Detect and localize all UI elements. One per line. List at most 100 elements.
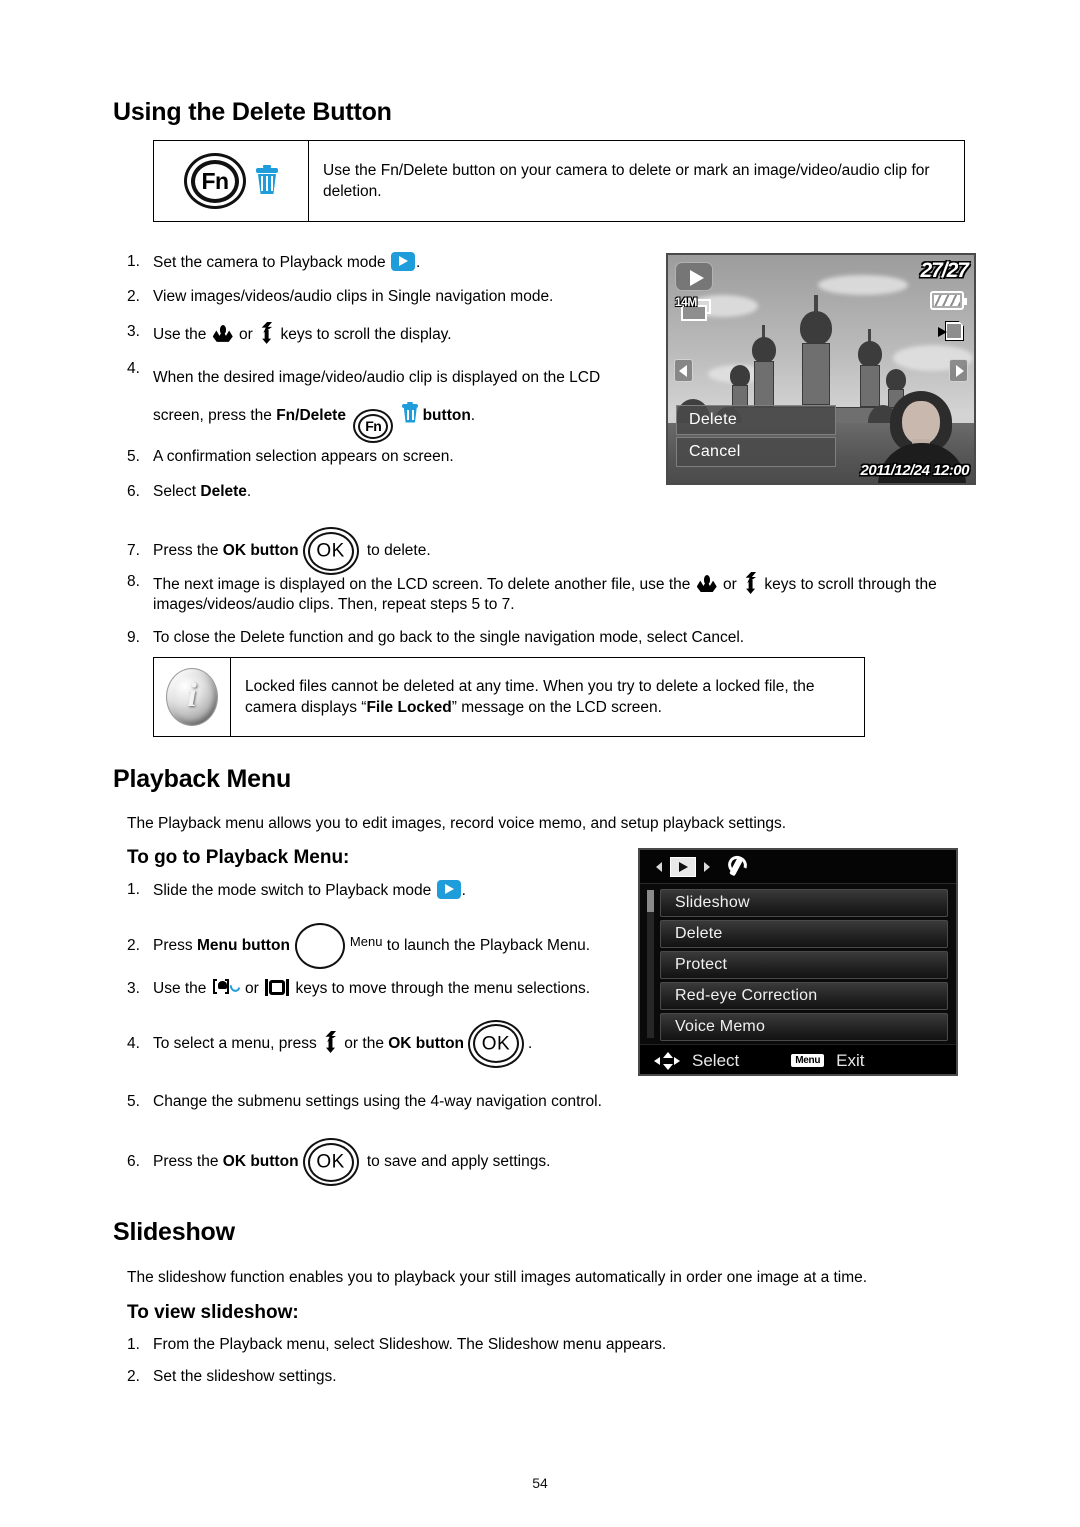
menu-hint-bar: Select Menu Exit [640,1044,956,1074]
ok-button-label: OK [481,1033,511,1055]
step-text: Set the slideshow settings. [153,1368,337,1386]
chevron-right-icon[interactable] [704,861,710,872]
step-number: 6. [127,482,140,500]
step-number: 1. [127,881,140,898]
ok-button-icon: OK [468,1019,525,1068]
step-text-part: Select [153,482,201,500]
step-text-bold: OK button [222,542,299,560]
confirm-option-cancel[interactable]: Cancel [676,437,836,467]
manual-page: Using the Delete Button Fn Use the Fn/De… [0,0,1080,1527]
step-text-bold: Fn/Delete [276,406,346,424]
step-number: 4. [127,1034,140,1052]
page-number: 54 [532,1475,548,1491]
step-text: Use the or keys to move through the menu… [153,979,632,999]
exit-hint-label: Exit [836,1050,865,1070]
step-text-part: to delete. [362,542,431,560]
chevron-left-icon[interactable] [656,861,662,872]
step-number: 9. [127,628,140,646]
step-text-part: or [234,325,258,343]
playback-mode-icon [436,880,461,899]
step-text-bold: OK button [388,1035,465,1052]
list-item: 6. Press the OK button OK to save and app… [127,1138,647,1187]
step-number: 6. [127,1153,140,1171]
flash-key-icon [743,572,758,594]
step-text-part: keys to move through the menu selections… [291,980,591,998]
list-item: 6. Select Delete. [127,482,647,502]
step-text: Change the submenu settings using the 4-… [153,1093,602,1110]
tab-playback[interactable] [670,856,696,877]
image-counter: 27/27 [920,259,969,282]
step-text-part: or the [340,1035,389,1052]
fn-button-inline-icon: Fn [353,409,394,444]
confirm-option-delete[interactable]: Delete [676,405,836,435]
step-text-part: . [528,1035,533,1052]
menu-item-protect[interactable]: Protect [660,951,948,979]
list-item: 2. Press Menu button Menu to launch the P… [127,923,632,970]
info-note-text: Locked files cannot be deleted at any ti… [231,658,864,736]
step-text-part: Press the [153,542,223,560]
delete-confirm-menu: Delete Cancel [676,405,836,469]
section-title-playback-menu: Playback Menu [113,765,292,793]
step-text-bold: Delete [200,482,247,500]
playback-menu-steps-1-4: 1. Slide the mode switch to Playback mod… [127,880,632,1068]
step-number: 3. [127,980,140,998]
four-way-nav-icon [654,1051,680,1070]
battery-icon [930,291,967,310]
step-text-part: Set the camera to Playback mode [153,254,390,271]
step-text: To close the Delete function and go back… [153,628,745,646]
menu-badge-icon: Menu [791,1054,825,1067]
step-number: 1. [127,253,140,270]
step-text: When the desired image/video/audio clip … [153,359,647,444]
step-text: Press the OK button OK to delete. [153,527,647,575]
fn-button-icon: Fn [184,153,246,209]
select-hint-label: Select [692,1050,740,1070]
menu-button-label: Menu [349,934,383,950]
note-text: Use the Fn/Delete button on your camera … [323,161,930,200]
step-text-part: Press [153,937,197,955]
list-item: 4. When the desired image/video/audio cl… [127,359,647,444]
note-icon-cell: Fn [154,141,309,221]
memory-card-icon [938,319,964,343]
delete-step-7: 7. Press the OK button OK to delete. [127,527,647,575]
trash-icon [256,165,278,194]
menu-scrollbar[interactable] [647,890,654,1038]
step-text-part: . [415,254,421,271]
menu-item-red-eye-correction[interactable]: Red-eye Correction [660,982,948,1010]
step-text: Use the or keys to scroll the display. [153,322,647,345]
step-number: 1. [127,1336,140,1353]
playback-menu-steps-5-6: 5. Change the submenu settings using the… [127,1092,647,1187]
macro-key-icon [697,575,717,592]
macro-key-icon [213,324,233,342]
list-item: 9. To close the Delete function and go b… [127,628,977,648]
list-item: 2. Set the slideshow settings. [127,1367,827,1387]
step-text: To select a menu, press or the OK button… [153,1019,632,1068]
step-text: Press Menu button Menu to launch the Play… [153,923,632,970]
menu-item-delete[interactable]: Delete [660,920,948,948]
next-image-arrow-icon[interactable] [949,359,968,382]
step-text-part: Use the [153,980,211,998]
prev-image-arrow-icon[interactable] [674,359,693,382]
step-text-part: Press the [153,1153,223,1171]
list-item: 5. A confirmation selection appears on s… [127,447,647,467]
list-item: 2. View images/videos/audio clips in Sin… [127,287,647,307]
list-item: 3. Use the or keys to move through the m… [127,979,632,999]
step-text: The next image is displayed on the LCD s… [153,572,977,616]
list-item: 4. To select a menu, press or the OK but… [127,1019,632,1068]
step-text-part: To select a menu, press [153,1035,321,1052]
step-text: Press the OK button OK to save and apply … [153,1138,647,1187]
fn-inline-label: Fn [365,417,382,434]
step-number: 7. [127,541,140,559]
list-item: 1. From the Playback menu, select Slides… [127,1335,827,1355]
wrench-icon[interactable] [724,856,746,878]
step-text-bold: OK button [222,1153,299,1171]
list-item: 7. Press the OK button OK to delete. [127,527,647,575]
list-item: 3. Use the or keys to scroll the display… [127,322,647,345]
menu-item-slideshow[interactable]: Slideshow [660,889,948,917]
menu-item-voice-memo[interactable]: Voice Memo [660,1013,948,1041]
fn-delete-note-box: Fn Use the Fn/Delete button on your came… [153,140,965,222]
step-text-bold: button [422,406,471,424]
info-text-bold: File Locked [366,699,452,716]
menu-button-icon [294,923,345,970]
step-text-part: or [240,980,264,998]
step-number: 5. [127,1093,140,1110]
